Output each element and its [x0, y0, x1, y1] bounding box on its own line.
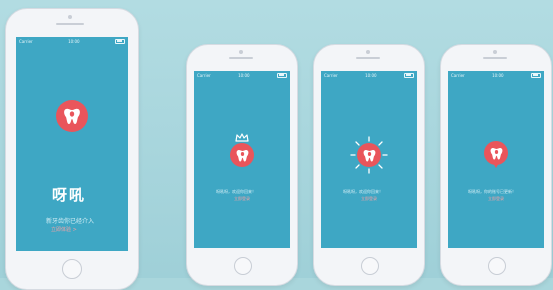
tooth-icon: [64, 108, 80, 124]
screen: Carrier 10:00 呀吼呀，欢迎你回来！ 立即登录: [194, 71, 290, 248]
speaker-grille: [229, 57, 253, 59]
front-camera: [239, 50, 243, 54]
time-label: 10:00: [238, 72, 250, 78]
battery-icon: [404, 72, 414, 78]
tooth-logo: [357, 143, 381, 167]
battery-icon: [277, 72, 287, 78]
speaker-grille: [356, 57, 380, 59]
time-label: 10:00: [365, 72, 377, 78]
home-button[interactable]: [361, 257, 379, 275]
front-camera: [493, 50, 497, 54]
carrier-label: Carrier: [19, 38, 33, 44]
front-camera: [366, 50, 370, 54]
time-label: 10:00: [492, 72, 504, 78]
tooth-icon: [236, 149, 248, 161]
login-link[interactable]: 立即登录: [234, 196, 250, 202]
speaker-grille: [483, 57, 507, 59]
tooth-logo: [56, 100, 88, 132]
screen: Carrier 10:00 呀吼呀，欢迎你回来！ 立即登录: [321, 71, 417, 248]
login-link[interactable]: 立即登录: [361, 196, 377, 202]
home-button[interactable]: [488, 257, 506, 275]
home-button[interactable]: [234, 257, 252, 275]
battery-icon: [531, 72, 541, 78]
phone-4: Carrier 10:00 呀吼呀，你的账号已更新！ 立即登录: [440, 44, 552, 286]
crown-icon: [235, 133, 249, 142]
app-title: 呀吼: [52, 186, 87, 204]
carrier-label: Carrier: [324, 72, 338, 78]
map-pin-icon: [484, 141, 508, 165]
message-text: 呀吼呀，欢迎你回来！: [216, 189, 256, 194]
status-bar: Carrier 10:00: [194, 71, 290, 79]
pin-tail: [493, 163, 499, 168]
status-bar: Carrier 10:00: [16, 37, 128, 45]
screen: Carrier 10:00 呀吼呀，你的账号已更新！ 立即登录: [448, 71, 544, 248]
tooth-icon: [490, 147, 502, 159]
subtitle-text: 新牙齿你已经介入: [46, 218, 95, 225]
enter-link[interactable]: 立即体验 >: [51, 226, 77, 233]
time-label: 10:00: [68, 38, 80, 44]
login-link[interactable]: 立即登录: [488, 196, 504, 202]
home-button[interactable]: [62, 259, 82, 279]
status-bar: Carrier 10:00: [448, 71, 544, 79]
tooth-logo: [230, 143, 254, 167]
phone-2: Carrier 10:00 呀吼呀，欢迎你回来！ 立即登录: [186, 44, 298, 286]
front-camera: [68, 15, 72, 19]
phone-1: Carrier 10:00 呀吼 新牙齿你已经介入 立即体验 >: [5, 8, 139, 290]
speaker-grille: [56, 23, 84, 25]
status-bar: Carrier 10:00: [321, 71, 417, 79]
message-text: 呀吼呀，你的账号已更新！: [468, 189, 516, 194]
tooth-icon: [363, 149, 375, 161]
battery-icon: [115, 38, 125, 44]
phone-3: Carrier 10:00 呀吼呀，欢迎你回来！ 立即登录: [313, 44, 425, 286]
carrier-label: Carrier: [451, 72, 465, 78]
screen: Carrier 10:00 呀吼 新牙齿你已经介入 立即体验 >: [16, 37, 128, 251]
carrier-label: Carrier: [197, 72, 211, 78]
message-text: 呀吼呀，欢迎你回来！: [343, 189, 383, 194]
